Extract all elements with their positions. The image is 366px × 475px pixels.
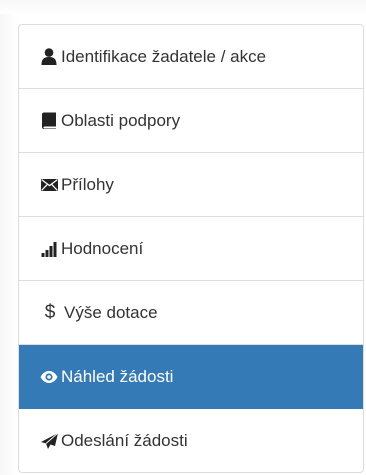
nav-item-odeslani[interactable]: Odeslání žádosti (19, 409, 363, 472)
nav-item-prilohy[interactable]: Přílohy (19, 153, 363, 217)
user-icon (40, 48, 58, 66)
nav-item-label: Hodnocení (61, 238, 144, 258)
nav-item-oblasti[interactable]: Oblasti podpory (19, 89, 363, 153)
top-shadow (0, 0, 366, 14)
nav-item-hodnoceni[interactable]: Hodnocení (19, 217, 363, 281)
nav-item-label: Výše dotace (64, 302, 158, 322)
send-icon (40, 432, 58, 450)
wizard-step-nav: Identifikace žadatele / akce Oblasti pod… (18, 24, 364, 473)
envelope-icon (40, 176, 58, 194)
nav-item-label: Odeslání žádosti (61, 430, 188, 450)
left-shadow (0, 0, 18, 475)
nav-item-label: Oblasti podpory (61, 110, 181, 130)
page: Identifikace žadatele / akce Oblasti pod… (0, 0, 366, 475)
nav-item-vyse-dotace[interactable]: $ Výše dotace (19, 281, 363, 345)
signal-bars-icon (40, 240, 58, 258)
nav-item-label: Identifikace žadatele / akce (61, 46, 267, 66)
nav-item-identifikace[interactable]: Identifikace žadatele / akce (19, 25, 363, 89)
dollar-icon: $ (44, 301, 56, 323)
eye-icon (40, 368, 58, 386)
book-icon (40, 112, 58, 130)
nav-item-label: Přílohy (61, 174, 114, 194)
nav-item-nahled[interactable]: Náhled žádosti (19, 345, 363, 409)
nav-item-label: Náhled žádosti (61, 366, 174, 386)
